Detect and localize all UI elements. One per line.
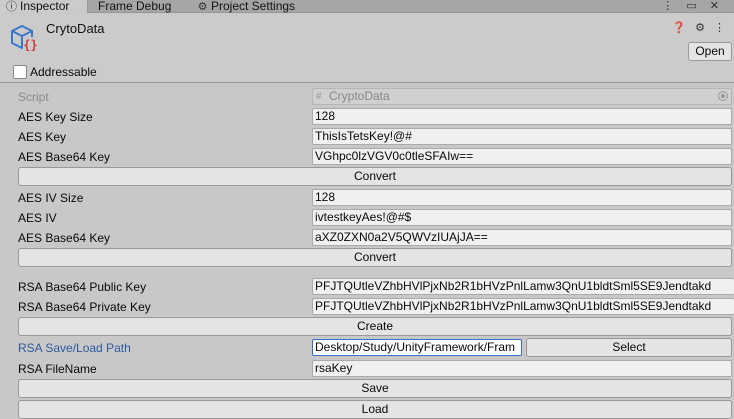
script-value: CryptoData	[329, 89, 390, 103]
aes-iv-size-field[interactable]: 128	[312, 189, 732, 206]
tab-inspector[interactable]: ⓘ Inspector	[0, 0, 88, 13]
rsa-load-button[interactable]: Load	[18, 400, 732, 419]
tab-menu-icons[interactable]: ⋮ ▭ ✕	[662, 0, 724, 12]
aes-iv-field[interactable]: ivtestkeyAes!@#$	[312, 209, 732, 226]
script-label: Script	[18, 90, 49, 104]
tab-project-settings[interactable]: ⚙ Project Settings	[197, 0, 295, 13]
inspector-header: {} CrytoData ❓ ⚙ ⋮ Open	[0, 14, 734, 61]
aes-key-size-label: AES Key Size	[18, 110, 93, 124]
rsa-create-button[interactable]: Create	[18, 317, 732, 336]
script-object-field[interactable]: # CryptoData	[312, 88, 732, 105]
header-menu-icons[interactable]: ❓ ⚙ ⋮	[672, 21, 728, 34]
aes-iv-size-label: AES IV Size	[18, 191, 84, 205]
tab-frame-debug[interactable]: Frame Debug	[98, 0, 171, 13]
aes-iv-label: AES IV	[18, 211, 57, 225]
addressable-row: Addressable	[0, 61, 734, 83]
aes-key-size-field[interactable]: 128	[312, 108, 732, 125]
rsa-select-button[interactable]: Select	[526, 338, 732, 357]
aes-iv-convert-button[interactable]: Convert	[18, 248, 732, 267]
rsa-public-key-field[interactable]: PFJTQUtleVZhbHVlPjxNb2R1bHVzPnlLamw3QnU1…	[312, 278, 734, 295]
aes-iv-base64-key-field[interactable]: aXZ0ZXN0a2V5QWVzIUAjJA==	[312, 229, 732, 246]
info-icon: ⓘ	[6, 1, 17, 13]
rsa-filename-field[interactable]: rsaKey	[312, 360, 732, 377]
asset-title: CrytoData	[46, 21, 105, 36]
aes-iv-base64-key-label: AES Base64 Key	[18, 231, 111, 245]
rsa-private-key-label: RSA Base64 Private Key	[18, 300, 151, 314]
addressable-checkbox[interactable]	[13, 65, 27, 79]
scriptable-object-icon: {}	[11, 24, 38, 52]
tab-project-settings-label: Project Settings	[211, 0, 296, 13]
script-hash-icon: #	[316, 91, 322, 102]
rsa-filename-label: RSA FileName	[18, 362, 97, 376]
addressable-label: Addressable	[30, 65, 97, 79]
tab-bar: ⓘ Inspector Frame Debug ⚙ Project Settings…	[0, 0, 734, 13]
aes-key-label: AES Key	[18, 130, 67, 144]
aes-key-field[interactable]: ThisIsTetsKey!@#	[312, 128, 732, 145]
gear-icon: ⚙	[197, 1, 208, 13]
rsa-path-field[interactable]: Desktop/Study/UnityFramework/Fram	[312, 339, 522, 356]
svg-text:{}: {}	[23, 38, 37, 52]
rsa-path-label: RSA Save/Load Path	[18, 341, 131, 355]
aes-base64-key-label: AES Base64 Key	[18, 150, 111, 164]
tab-frame-debug-label: Frame Debug	[98, 0, 172, 13]
tab-inspector-label: Inspector	[20, 0, 70, 13]
object-picker-icon[interactable]	[718, 91, 728, 101]
aes-key-convert-button[interactable]: Convert	[18, 167, 732, 186]
rsa-private-key-field[interactable]: PFJTQUtleVZhbHVlPjxNb2R1bHVzPnlLamw3QnU1…	[312, 298, 734, 315]
open-button[interactable]: Open	[688, 42, 732, 61]
rsa-public-key-label: RSA Base64 Public Key	[18, 280, 147, 294]
rsa-save-button[interactable]: Save	[18, 379, 732, 398]
aes-base64-key-field[interactable]: VGhpc0lzVGV0c0tleSFAIw==	[312, 148, 732, 165]
